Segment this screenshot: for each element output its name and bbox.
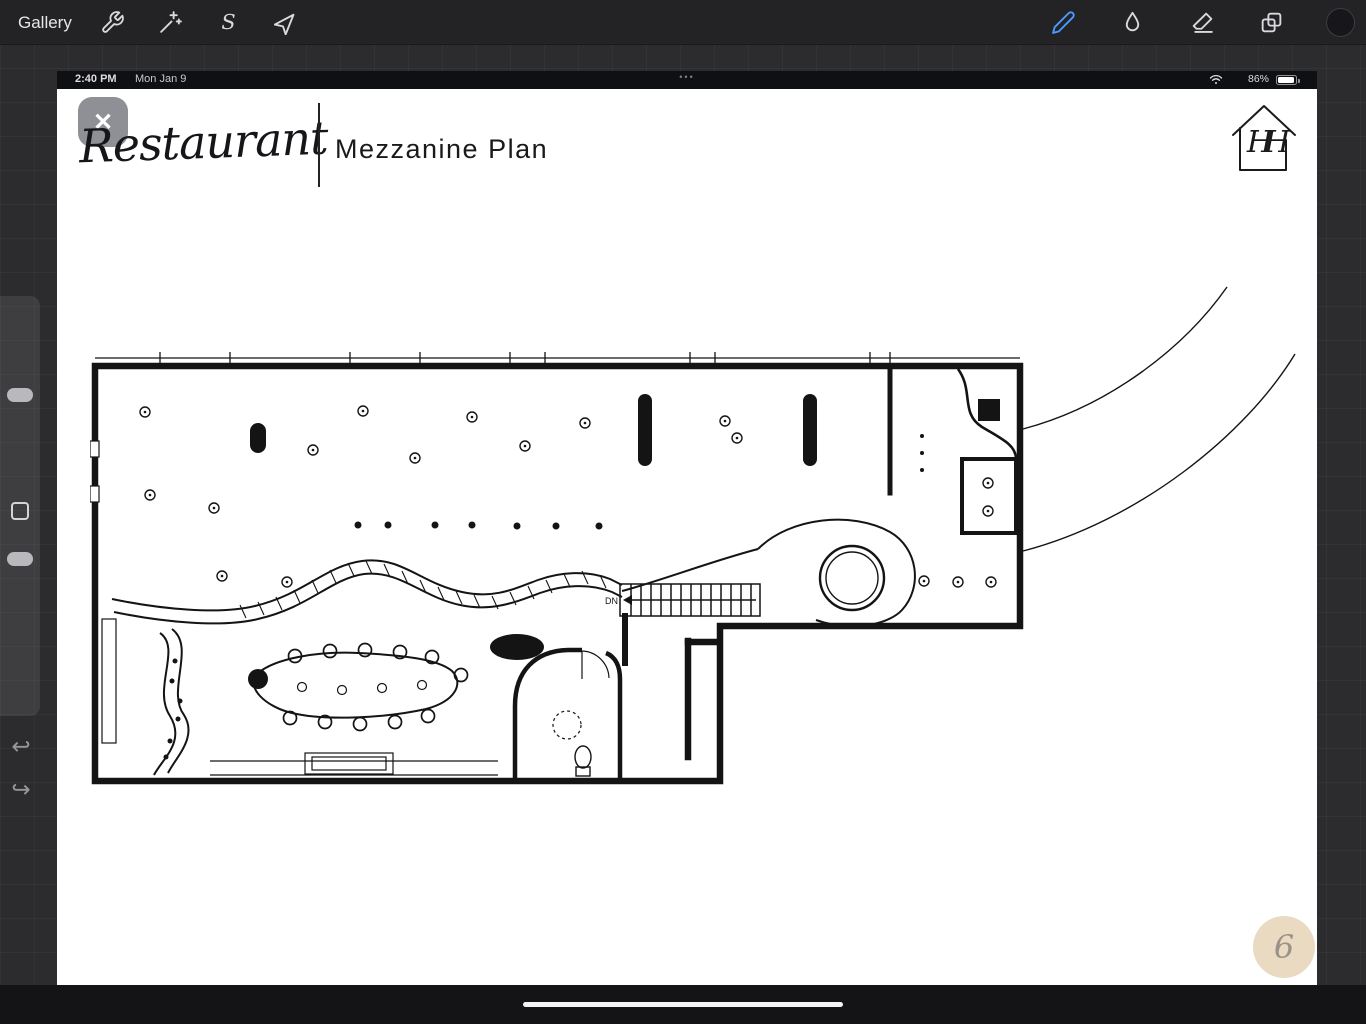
logo-monogram: HH [1246,125,1290,160]
brush-icon[interactable] [1051,10,1076,35]
floor-plan-drawing: DN [89,286,1296,785]
redo-button[interactable]: ↪ [6,774,36,804]
layers-icon[interactable] [1259,10,1284,35]
page-title: Mezzanine Plan [335,134,549,164]
actions-wrench-icon[interactable] [100,10,125,35]
top-toolbar: Gallery S [0,0,1366,45]
active-color-swatch[interactable] [1326,8,1355,37]
adjustments-wand-icon[interactable] [158,10,183,35]
bottom-bar [0,985,1366,1024]
battery-percent: 86% [1247,73,1269,85]
wifi-icon [1209,74,1223,85]
procreate-app: Gallery S 2:40 PM Mon Jan 9 ••• 86% ✕ Re… [0,0,1366,1024]
modify-button[interactable] [11,502,29,520]
floor-plan: DN [89,201,1300,801]
gallery-button[interactable]: Gallery [18,0,72,45]
page-number-badge: 6 [1253,916,1315,978]
undo-button[interactable]: ↩ [6,731,36,761]
svg-text:S: S [221,10,235,34]
battery-icon [1276,75,1300,85]
multitask-indicator[interactable]: ••• [57,72,1317,82]
status-bar: 2:40 PM Mon Jan 9 ••• 86% [57,71,1317,89]
home-indicator[interactable] [523,1002,843,1007]
transform-arrow-icon[interactable] [273,10,299,36]
stairs-dn-label: DN [605,596,618,606]
selection-s-icon[interactable]: S [216,10,241,35]
drawing-canvas[interactable]: ✕ Restaurant Mezzanine Plan HH 6 DN [57,89,1317,985]
opacity-slider[interactable] [7,552,33,566]
eraser-icon[interactable] [1190,10,1215,35]
smudge-icon[interactable] [1120,10,1145,35]
title-divider [318,103,320,187]
brush-size-slider[interactable] [7,388,33,402]
sidebar-controls [0,296,40,716]
house-logo: HH [1229,99,1299,181]
brand-script-title: Restaurant [78,110,329,174]
page-number: 6 [1273,928,1295,966]
